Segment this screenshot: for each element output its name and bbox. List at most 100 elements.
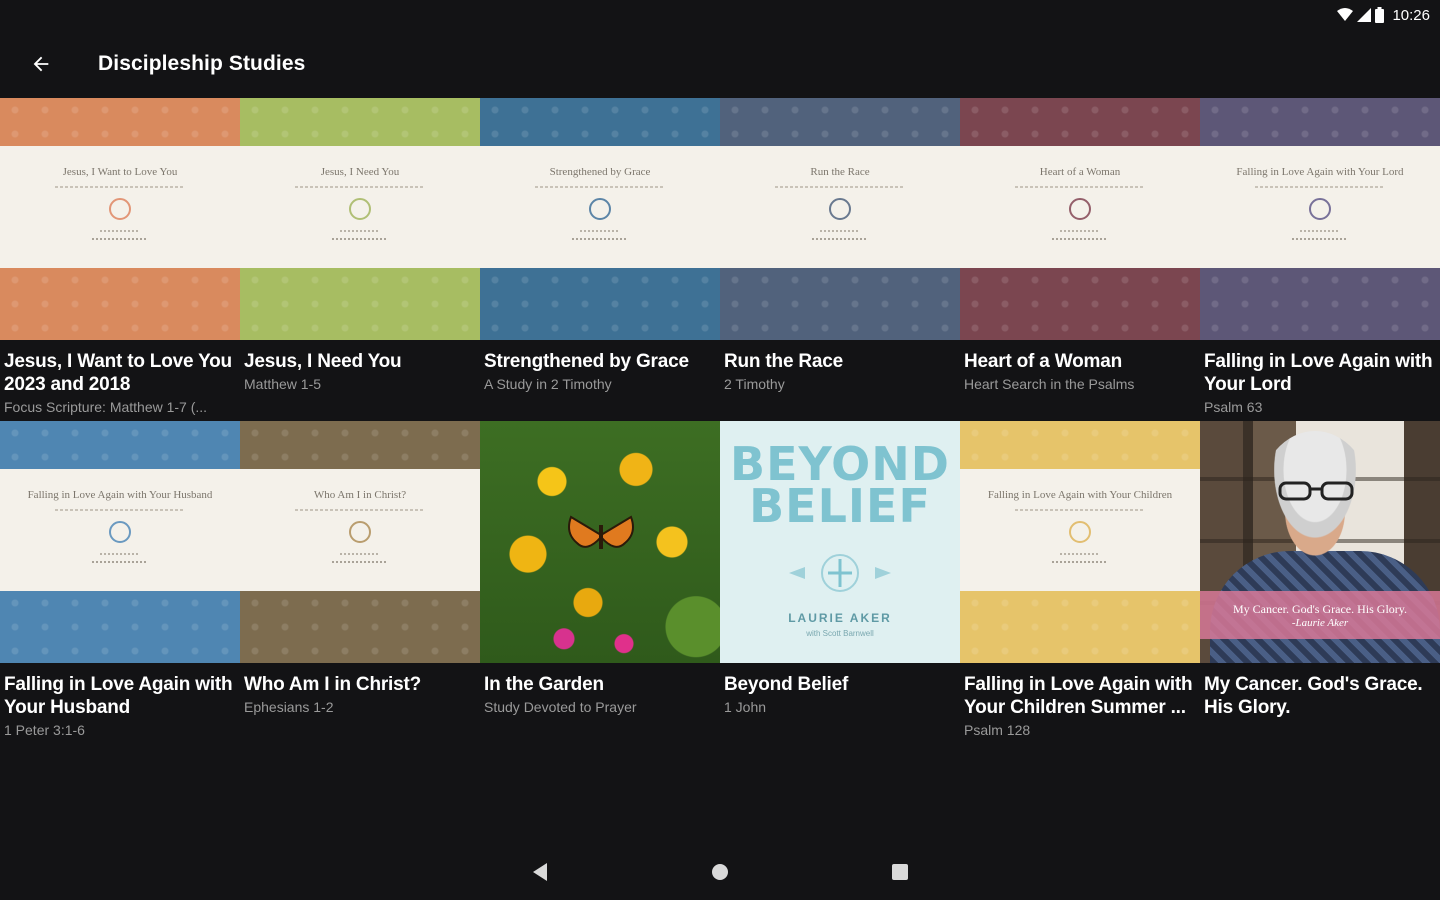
nav-home-icon xyxy=(712,864,728,880)
study-title: Falling in Love Again with Your Husband xyxy=(4,674,233,718)
study-card[interactable]: Strengthened by Grace Strengthened by Gra… xyxy=(480,98,720,421)
cover-line xyxy=(1052,238,1108,240)
emblem-icon xyxy=(829,198,851,220)
study-card[interactable]: Jesus, I Need You Jesus, I Need You Matthe… xyxy=(240,98,480,421)
cover-title: Run the Race xyxy=(810,166,870,178)
study-title: Falling in Love Again with Your Lord xyxy=(1204,351,1433,395)
study-card[interactable]: Falling in Love Again with Your Lord Fall… xyxy=(1200,98,1440,421)
study-card[interactable]: Run the Race Run the Race 2 Timothy xyxy=(720,98,960,421)
nav-home-button[interactable] xyxy=(700,852,740,892)
study-title: Falling in Love Again with Your Children… xyxy=(964,674,1193,718)
cover-panel: Jesus, I Want to Love You xyxy=(0,146,240,268)
cover-divider xyxy=(295,509,425,511)
study-title: In the Garden xyxy=(484,674,604,695)
study-card[interactable]: Who Am I in Christ? Who Am I in Christ? Ep… xyxy=(240,421,480,744)
pattern-band xyxy=(480,98,720,146)
pattern-band xyxy=(960,591,1200,663)
nav-back-button[interactable] xyxy=(520,852,560,892)
cover-panel: Jesus, I Need You xyxy=(240,146,480,268)
nav-recents-icon xyxy=(892,864,908,880)
butterfly-icon xyxy=(568,515,634,549)
emblem-icon xyxy=(109,198,131,220)
pattern-band xyxy=(0,268,240,340)
cover-line xyxy=(812,238,868,240)
study-card[interactable]: My Cancer. God's Grace. His Glory. -Lauri… xyxy=(1200,421,1440,744)
wifi-icon xyxy=(1337,8,1354,21)
study-subtitle: 1 Peter 3:1-6 xyxy=(4,722,85,738)
pattern-band xyxy=(1200,98,1440,146)
glasses-icon xyxy=(1278,481,1354,501)
emblem-icon xyxy=(1069,521,1091,543)
cover-title: Strengthened by Grace xyxy=(549,166,651,178)
study-subtitle: Heart Search in the Psalms xyxy=(964,376,1135,392)
cover-line xyxy=(92,238,148,240)
cover-line xyxy=(332,561,388,563)
pattern-band xyxy=(720,268,960,340)
cover-panel: Falling in Love Again with Your Husband xyxy=(0,469,240,591)
signal-icon xyxy=(1357,8,1372,22)
study-card[interactable]: Falling in Love Again with Your Children… xyxy=(960,421,1200,744)
cover-divider xyxy=(295,186,425,188)
cover-line xyxy=(340,553,380,555)
system-nav-bar xyxy=(0,844,1440,900)
status-bar: 10:26 xyxy=(0,0,1440,30)
study-card[interactable]: Falling in Love Again with Your Husband F… xyxy=(0,421,240,744)
cover-panel: Run the Race xyxy=(720,146,960,268)
cover-title: Jesus, I Want to Love You xyxy=(62,166,178,178)
emblem-icon xyxy=(1309,198,1331,220)
emblem-icon xyxy=(349,198,371,220)
study-card[interactable]: In the Garden Study Devoted to Prayer xyxy=(480,421,720,744)
study-meta: Heart of a Woman Heart Search in the Psal… xyxy=(960,340,1200,396)
pattern-band xyxy=(240,591,480,663)
cover-divider xyxy=(55,186,185,188)
garden-photo xyxy=(480,421,720,663)
study-title: Beyond Belief xyxy=(724,674,849,695)
cover-divider xyxy=(775,186,905,188)
study-subtitle: 2 Timothy xyxy=(724,376,785,392)
back-button[interactable] xyxy=(26,49,56,79)
pattern-band xyxy=(720,98,960,146)
cover-panel: Falling in Love Again with Your Lord xyxy=(1200,146,1440,268)
cover-line xyxy=(1300,230,1340,232)
pattern-band xyxy=(960,98,1200,146)
page-title: Discipleship Studies xyxy=(98,52,306,75)
pattern-band xyxy=(960,268,1200,340)
study-card[interactable]: Heart of a Woman Heart of a Woman Heart Se… xyxy=(960,98,1200,421)
status-time: 10:26 xyxy=(1392,6,1430,24)
cover-banner: My Cancer. God's Grace. His Glory. -Lauri… xyxy=(1200,591,1440,639)
study-thumbnail: Falling in Love Again with Your Children xyxy=(960,421,1200,663)
pattern-band xyxy=(1200,268,1440,340)
pattern-band xyxy=(0,421,240,469)
cover-title: Who Am I in Christ? xyxy=(313,489,407,501)
cover-line xyxy=(100,230,140,232)
emblem-icon xyxy=(589,198,611,220)
banner-author: -Laurie Aker xyxy=(1291,616,1349,629)
pattern-band xyxy=(0,98,240,146)
cross-icon xyxy=(789,554,891,592)
cover-divider xyxy=(1015,509,1145,511)
study-meta: My Cancer. God's Grace. His Glory. xyxy=(1200,663,1440,719)
pattern-band xyxy=(480,268,720,340)
study-meta: Who Am I in Christ? Ephesians 1-2 xyxy=(240,663,480,719)
study-thumbnail: Run the Race xyxy=(720,98,960,340)
pattern-band xyxy=(0,591,240,663)
study-thumbnail: BEYOND BELIEF LAURIE AKER with Scott Barnwe… xyxy=(720,421,960,663)
study-card[interactable]: Jesus, I Want to Love You Jesus, I Want t… xyxy=(0,98,240,421)
cover-with: with Scott Barnwell xyxy=(806,629,874,638)
pattern-band xyxy=(240,421,480,469)
nav-recents-button[interactable] xyxy=(880,852,920,892)
study-title: Jesus, I Want to Love You 2023 and 2018 xyxy=(4,351,232,395)
study-card[interactable]: BEYOND BELIEF LAURIE AKER with Scott Barnwe… xyxy=(720,421,960,744)
banner-title: My Cancer. God's Grace. His Glory. xyxy=(1232,601,1407,616)
study-title: My Cancer. God's Grace. His Glory. xyxy=(1204,674,1423,718)
study-subtitle: Psalm 128 xyxy=(964,722,1031,738)
study-title: Heart of a Woman xyxy=(964,351,1122,372)
study-subtitle: 1 John xyxy=(724,699,767,715)
cover-title: Falling in Love Again with Your Lord xyxy=(1236,166,1404,178)
pattern-band xyxy=(960,421,1200,469)
cover-panel: Heart of a Woman xyxy=(960,146,1200,268)
cover-line xyxy=(572,238,628,240)
study-meta: Strengthened by Grace A Study in 2 Timoth… xyxy=(480,340,720,396)
cover-panel: Strengthened by Grace xyxy=(480,146,720,268)
cover-line xyxy=(1052,561,1108,563)
